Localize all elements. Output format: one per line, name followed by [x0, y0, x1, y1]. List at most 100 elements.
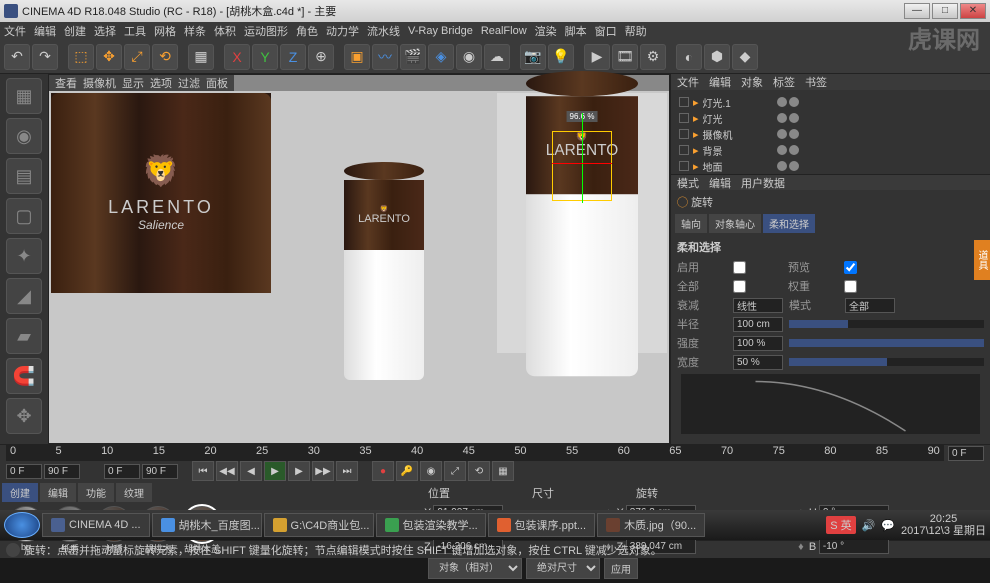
menu-item[interactable]: V-Ray Bridge — [408, 25, 473, 37]
attr-menu-item[interactable]: 模式 — [677, 175, 699, 190]
deformer-tool[interactable]: ◉ — [456, 44, 482, 70]
start-button[interactable] — [4, 512, 40, 538]
key-scale-button[interactable]: ⤢ — [444, 461, 466, 481]
strength-field[interactable] — [733, 336, 783, 351]
record-button[interactable]: ● — [372, 461, 394, 481]
objmgr-tab[interactable]: 对象 — [741, 74, 763, 90]
menu-item[interactable]: 帮助 — [625, 23, 647, 39]
move-tool[interactable]: ✥ — [96, 44, 122, 70]
attr-tab[interactable]: 轴向 — [675, 214, 707, 233]
x-axis-toggle[interactable]: X — [224, 44, 250, 70]
world-axis-toggle[interactable]: ⊕ — [308, 44, 334, 70]
taskbar-item[interactable]: CINEMA 4D ... — [42, 513, 150, 537]
range-cur2[interactable] — [104, 464, 140, 479]
render-view[interactable]: ▶ — [584, 44, 610, 70]
menu-item[interactable]: 脚本 — [565, 23, 587, 39]
select-tool[interactable]: ⬚ — [68, 44, 94, 70]
object-row[interactable]: ▸背景 — [675, 142, 986, 158]
weight-checkbox[interactable] — [844, 280, 857, 293]
range-start[interactable] — [6, 464, 42, 479]
tray-icon[interactable]: 💬 — [881, 519, 895, 532]
undo-button[interactable]: ↶ — [4, 44, 30, 70]
next-key-button[interactable]: ▶▶ — [312, 461, 334, 481]
camera-tool[interactable]: 📷 — [520, 44, 546, 70]
attr-menu-item[interactable]: 编辑 — [709, 175, 731, 190]
attr-tab[interactable]: 柔和选择 — [763, 214, 815, 233]
timeline-current[interactable] — [948, 446, 984, 461]
material-tab[interactable]: 功能 — [78, 483, 114, 502]
menu-item[interactable]: 文件 — [4, 23, 26, 39]
taskbar-item[interactable]: 胡桃木_百度图... — [152, 513, 262, 537]
extra-tool-2[interactable]: ⬢ — [704, 44, 730, 70]
objmgr-tab[interactable]: 文件 — [677, 74, 699, 90]
enable-checkbox[interactable] — [733, 261, 746, 274]
edge-mode-button[interactable]: ◢ — [6, 278, 42, 314]
environment-tool[interactable]: ☁ — [484, 44, 510, 70]
viewport[interactable]: 查看摄像机显示选项过滤面板 🦁 LARENTO Salience 🦁LARENT… — [48, 74, 670, 444]
menu-item[interactable]: 运动图形 — [244, 23, 288, 39]
menu-item[interactable]: RealFlow — [481, 25, 527, 37]
size-mode-select[interactable]: 绝对尺寸 — [526, 558, 600, 579]
menu-item[interactable]: 编辑 — [34, 23, 56, 39]
object-row[interactable]: ▸灯光 — [675, 110, 986, 126]
clock[interactable]: 20:25 2017\12\3 星期日 — [901, 513, 986, 537]
taskbar-item[interactable]: 木质.jpg（90... — [597, 513, 705, 537]
texture-mode-button[interactable]: ▤ — [6, 158, 42, 194]
maximize-button[interactable]: □ — [932, 3, 958, 19]
timeline-track[interactable]: 051015202530354045505560657075808590 — [6, 445, 944, 461]
falloff-field[interactable] — [733, 298, 783, 313]
magnet-tool[interactable]: 🧲 — [6, 358, 42, 394]
light-tool[interactable]: 💡 — [548, 44, 574, 70]
key-pos-button[interactable]: ◉ — [420, 461, 442, 481]
menu-item[interactable]: 网格 — [154, 23, 176, 39]
make-editable-button[interactable]: ▦ — [6, 78, 42, 114]
menu-item[interactable]: 创建 — [64, 23, 86, 39]
taskbar-item[interactable]: G:\C4D商业包... — [264, 513, 374, 537]
prev-key-button[interactable]: ◀◀ — [216, 461, 238, 481]
object-row[interactable]: ▸地面 — [675, 158, 986, 174]
render-picture[interactable]: 🎞 — [612, 44, 638, 70]
side-tab[interactable]: 道具 — [974, 240, 990, 280]
objmgr-tab[interactable]: 编辑 — [709, 74, 731, 90]
key-param-button[interactable]: ▦ — [492, 461, 514, 481]
point-mode-button[interactable]: ✦ — [6, 238, 42, 274]
material-tab[interactable]: 编辑 — [40, 483, 76, 502]
axis-mode-button[interactable]: ✥ — [6, 398, 42, 434]
render-settings[interactable]: ⚙ — [640, 44, 666, 70]
objmgr-tab[interactable]: 标签 — [773, 74, 795, 90]
taskbar-item[interactable]: 包装课序.ppt... — [488, 513, 596, 537]
clapper-icon[interactable]: 🎬 — [400, 44, 426, 70]
cube-primitive[interactable]: ▣ — [344, 44, 370, 70]
menu-item[interactable]: 窗口 — [595, 23, 617, 39]
menu-item[interactable]: 工具 — [124, 23, 146, 39]
object-row[interactable]: ▸摄像机 — [675, 126, 986, 142]
poly-mode-button[interactable]: ▰ — [6, 318, 42, 354]
workplane-button[interactable]: ▢ — [6, 198, 42, 234]
all-checkbox[interactable] — [733, 280, 746, 293]
ime-indicator[interactable]: S 英 — [826, 516, 855, 534]
taskbar-item[interactable]: 包装渲染教学... — [376, 513, 486, 537]
object-manager[interactable]: ▸灯光.1▸灯光▸摄像机▸背景▸地面▸产品▸上▸纸质▸下 — [671, 90, 990, 174]
close-button[interactable]: ✕ — [960, 3, 986, 19]
viewport-tab[interactable]: 过滤 — [178, 75, 200, 91]
strength-slider[interactable] — [789, 339, 984, 347]
play-button[interactable]: ▶ — [264, 461, 286, 481]
preview-checkbox[interactable] — [844, 261, 857, 274]
menu-item[interactable]: 选择 — [94, 23, 116, 39]
object-row[interactable]: ▸灯光.1 — [675, 94, 986, 110]
attr-tab[interactable]: 对象轴心 — [709, 214, 761, 233]
menu-item[interactable]: 渲染 — [535, 23, 557, 39]
menu-item[interactable]: 动力学 — [326, 23, 359, 39]
menu-item[interactable]: 角色 — [296, 23, 318, 39]
viewport-tab[interactable]: 面板 — [206, 75, 228, 91]
radius-slider[interactable] — [789, 320, 984, 328]
autokey-button[interactable]: 🔑 — [396, 461, 418, 481]
apply-button[interactable]: 应用 — [604, 558, 638, 579]
range-end1[interactable] — [44, 464, 80, 479]
coord-mode-select[interactable]: 对象（相对） — [428, 558, 522, 579]
falloff-curve[interactable] — [681, 374, 980, 434]
objmgr-tab[interactable]: 书签 — [805, 74, 827, 90]
prev-frame-button[interactable]: ◀ — [240, 461, 262, 481]
model-mode-button[interactable]: ◉ — [6, 118, 42, 154]
menu-item[interactable]: 样条 — [184, 23, 206, 39]
